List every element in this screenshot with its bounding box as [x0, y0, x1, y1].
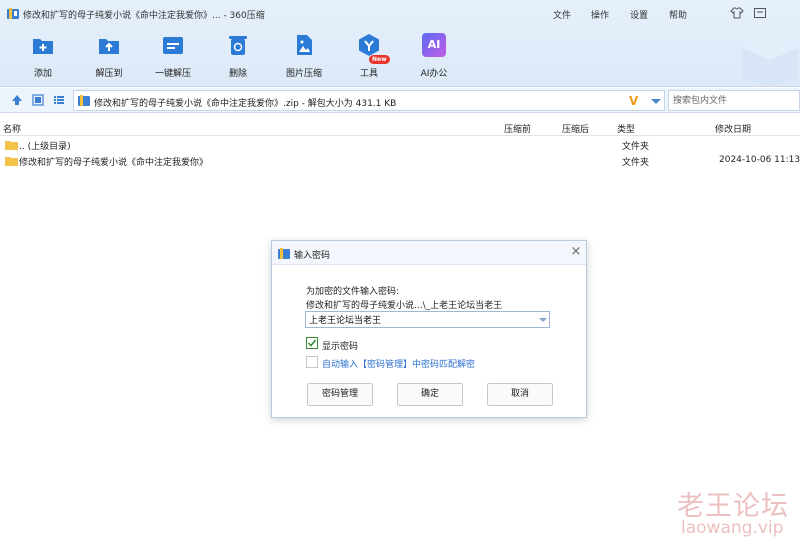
menu-help[interactable]: 帮助	[669, 8, 687, 21]
password-field[interactable]	[305, 311, 550, 328]
list-view-icon[interactable]	[53, 94, 65, 106]
search-input[interactable]	[669, 91, 799, 110]
auto-fill-label[interactable]: 自动输入【密码管理】中密码匹配解密	[322, 357, 475, 370]
file-name: .. (上级目录)	[19, 142, 71, 152]
dialog-title: 输入密码	[294, 251, 331, 261]
column-modified-date[interactable]: 修改日期	[715, 122, 751, 135]
password-manager-button[interactable]: 密码管理	[307, 383, 373, 406]
new-badge: New	[369, 55, 390, 64]
folder-icon	[5, 157, 18, 166]
ok-button[interactable]: 确定	[397, 383, 463, 406]
dialog-file-name: 修改和扩写的母子纯爱小说...\_上老王论坛当老王	[306, 301, 503, 311]
toolbar-image-compress-label: 图片压缩	[285, 69, 322, 79]
toolbar-extract-to-button[interactable]: 解压到	[79, 33, 139, 79]
zip-file-icon	[78, 95, 90, 106]
dialog-prompt: 为加密的文件输入密码:	[306, 287, 400, 297]
column-type[interactable]: 类型	[617, 122, 635, 135]
toolbar-delete-label: 删除	[228, 69, 247, 79]
file-type: 文件夹	[622, 142, 650, 152]
ai-office-icon: AI	[422, 33, 446, 57]
password-dialog: 输入密码 × 为加密的文件输入密码: 修改和扩写的母子纯爱小说...\_上老王论…	[271, 240, 587, 418]
file-date: 2024-10-06 11:13	[719, 155, 800, 165]
password-input[interactable]	[306, 312, 531, 327]
toolbar-image-compress-button[interactable]: 图片压缩	[274, 33, 334, 79]
add-icon	[31, 33, 55, 57]
watermark-en: laowang.vip	[681, 518, 784, 538]
toolbar-extract-to-label: 解压到	[95, 69, 123, 79]
column-size-after[interactable]: 压缩后	[562, 122, 589, 135]
menu-action[interactable]: 操作	[591, 8, 609, 21]
one-click-extract-icon	[161, 33, 185, 57]
column-size-before[interactable]: 压缩前	[504, 122, 531, 135]
toolbar-add-button[interactable]: 添加	[13, 33, 73, 79]
dialog-title-bar: 输入密码 ×	[272, 241, 586, 265]
decorative-cube-graphic	[742, 34, 798, 86]
column-name[interactable]: 名称	[3, 122, 21, 135]
extract-to-icon	[97, 33, 121, 57]
window-title: 修改和扩写的母子纯爱小说《命中注定我爱你》... - 360压缩	[23, 11, 265, 21]
search-box[interactable]	[668, 90, 800, 111]
menu-settings[interactable]: 设置	[630, 8, 648, 21]
header-area: 修改和扩写的母子纯爱小说《命中注定我爱你》... - 360压缩 文件 操作 设…	[0, 0, 800, 87]
toolbar-ai-office-button[interactable]: AI AI办公	[404, 33, 464, 79]
toolbar-tools-label: 工具	[359, 69, 378, 79]
menu-file[interactable]: 文件	[553, 8, 571, 21]
tools-icon	[357, 33, 381, 57]
file-name: 修改和扩写的母子纯爱小说《命中注定我爱你》	[19, 158, 209, 168]
toolbar-ai-office-label: AI办公	[420, 69, 448, 79]
address-path: 修改和扩写的母子纯爱小说《命中注定我爱你》.zip - 解包大小为 431.1 …	[94, 99, 397, 109]
app-logo-icon	[278, 248, 290, 259]
v-verify-icon[interactable]: V	[629, 95, 638, 107]
auto-fill-checkbox[interactable]	[306, 356, 318, 368]
checkmark-icon	[307, 339, 317, 347]
message-icon[interactable]	[753, 6, 767, 20]
file-row[interactable]: 修改和扩写的母子纯爱小说《命中注定我爱你》 文件夹 2024-10-06 11:…	[0, 153, 800, 169]
password-dropdown-icon[interactable]	[539, 318, 547, 322]
address-bar[interactable]: 修改和扩写的母子纯爱小说《命中注定我爱你》.zip - 解包大小为 431.1 …	[73, 90, 665, 111]
toolbar-add-label: 添加	[33, 69, 52, 79]
file-type: 文件夹	[622, 158, 650, 168]
toolbar-delete-button[interactable]: 删除	[208, 33, 268, 79]
file-row[interactable]: .. (上级目录) 文件夹	[0, 137, 800, 153]
toolbar: 添加 解压到 一键解压 删除 图片压缩 工具 New AI AI办公	[0, 28, 800, 84]
app-logo-icon	[7, 8, 19, 19]
close-icon[interactable]: ×	[569, 245, 583, 259]
file-list-header: 名称 压缩前 压缩后 类型 修改日期	[0, 118, 800, 136]
address-dropdown-icon[interactable]	[651, 99, 661, 104]
show-password-checkbox[interactable]	[306, 337, 318, 349]
skin-shirt-icon[interactable]	[730, 6, 744, 20]
toolbar-one-click-extract-label: 一键解压	[154, 69, 191, 79]
address-row: 修改和扩写的母子纯爱小说《命中注定我爱你》.zip - 解包大小为 431.1 …	[0, 88, 800, 113]
image-compress-icon	[292, 33, 316, 57]
toolbar-one-click-extract-button[interactable]: 一键解压	[143, 33, 203, 79]
up-arrow-icon[interactable]	[11, 94, 23, 106]
title-bar: 修改和扩写的母子纯爱小说《命中注定我爱你》... - 360压缩 文件 操作 设…	[0, 0, 800, 26]
delete-icon	[226, 33, 250, 57]
thumbnail-view-icon[interactable]	[32, 94, 44, 106]
show-password-label[interactable]: 显示密码	[322, 339, 358, 352]
folder-icon	[5, 141, 18, 150]
cancel-button[interactable]: 取消	[487, 383, 553, 406]
